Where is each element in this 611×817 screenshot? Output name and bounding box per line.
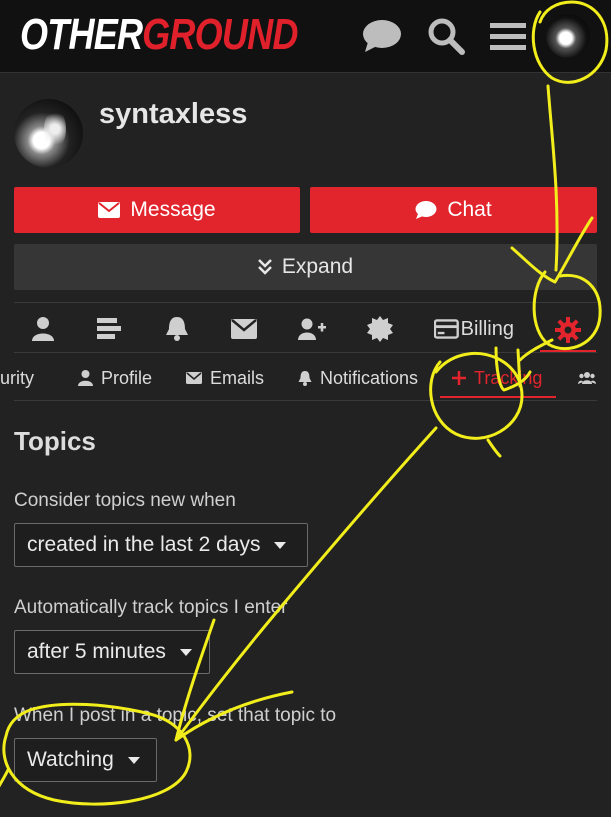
envelope-icon bbox=[98, 202, 121, 218]
gear-icon[interactable] bbox=[540, 310, 596, 353]
expand-label: Expand bbox=[281, 255, 354, 278]
annotation-line-avatar-to-gear bbox=[546, 84, 559, 272]
tab-tracking[interactable]: Tracking bbox=[452, 366, 542, 390]
caret-down-icon bbox=[274, 541, 287, 549]
tab-security[interactable]: urity bbox=[0, 366, 34, 390]
bell-icon bbox=[298, 371, 312, 386]
yellow-annotation-overlay bbox=[0, 0, 609, 806]
caret-down-icon bbox=[179, 648, 192, 656]
caret-down-icon bbox=[127, 756, 140, 764]
tab-notifications-label: Notifications bbox=[320, 367, 419, 388]
divider bbox=[14, 400, 597, 401]
billing-tab[interactable]: Billing bbox=[434, 313, 514, 345]
chat-label: Chat bbox=[447, 198, 492, 221]
primary-nav: Billing bbox=[0, 305, 611, 351]
secondary-nav: urity Profile Emails Notifications Track… bbox=[0, 356, 611, 400]
auto-track-value: after 5 minutes bbox=[27, 640, 166, 663]
active-tab-indicator bbox=[440, 396, 556, 398]
site-header: OTHERGROUND bbox=[0, 0, 611, 73]
chat-button[interactable]: Chat bbox=[310, 187, 597, 233]
envelope-icon bbox=[186, 372, 202, 384]
site-logo[interactable]: OTHERGROUND bbox=[20, 10, 298, 60]
hamburger-menu-icon[interactable] bbox=[486, 14, 530, 58]
tab-emails-label: Emails bbox=[210, 367, 265, 388]
tab-profile-label: Profile bbox=[101, 367, 153, 388]
profile-avatar bbox=[14, 99, 83, 168]
users-icon bbox=[578, 372, 596, 384]
billing-card-icon bbox=[434, 319, 459, 339]
user-icon bbox=[78, 370, 93, 386]
chat-bubble-icon bbox=[415, 201, 437, 219]
chat-bubble-icon[interactable] bbox=[360, 14, 404, 58]
consider-new-value: created in the last 2 days bbox=[27, 533, 261, 556]
user-avatar[interactable] bbox=[546, 14, 590, 58]
badge-icon[interactable] bbox=[366, 313, 394, 345]
billing-label: Billing bbox=[460, 317, 514, 340]
double-chevron-down-icon bbox=[257, 259, 272, 275]
tab-emails[interactable]: Emails bbox=[186, 366, 264, 390]
annotation-line-tracking-to-watching bbox=[174, 426, 438, 742]
section-title: Topics bbox=[14, 426, 96, 456]
auto-track-label: Automatically track topics I enter bbox=[14, 597, 288, 618]
consider-new-label: Consider topics new when bbox=[14, 490, 236, 511]
search-icon[interactable] bbox=[424, 14, 468, 58]
username: syntaxless bbox=[99, 98, 248, 130]
divider bbox=[14, 302, 597, 303]
message-button[interactable]: Message bbox=[14, 187, 300, 233]
user-icon[interactable] bbox=[30, 313, 56, 345]
post-topic-label: When I post in a topic, set that topic t… bbox=[14, 705, 337, 726]
tab-users[interactable] bbox=[578, 366, 596, 390]
tab-security-label: urity bbox=[0, 367, 35, 388]
auto-track-select[interactable]: after 5 minutes bbox=[14, 630, 210, 674]
message-label: Message bbox=[130, 198, 216, 221]
tab-notifications[interactable]: Notifications bbox=[298, 366, 418, 390]
list-icon[interactable] bbox=[96, 313, 122, 345]
annotation-tail-watching bbox=[0, 768, 10, 788]
user-plus-icon[interactable] bbox=[298, 313, 326, 345]
expand-button[interactable]: Expand bbox=[14, 244, 597, 290]
plus-icon bbox=[452, 371, 466, 385]
tab-profile[interactable]: Profile bbox=[78, 366, 152, 390]
consider-new-select[interactable]: created in the last 2 days bbox=[14, 523, 308, 567]
tab-tracking-label: Tracking bbox=[474, 367, 543, 388]
divider bbox=[14, 352, 597, 353]
annotation-tail-tracking bbox=[486, 438, 502, 458]
post-topic-value: Watching bbox=[27, 748, 114, 771]
envelope-icon[interactable] bbox=[230, 313, 258, 345]
bell-icon[interactable] bbox=[164, 313, 190, 345]
post-topic-select[interactable]: Watching bbox=[14, 738, 157, 782]
